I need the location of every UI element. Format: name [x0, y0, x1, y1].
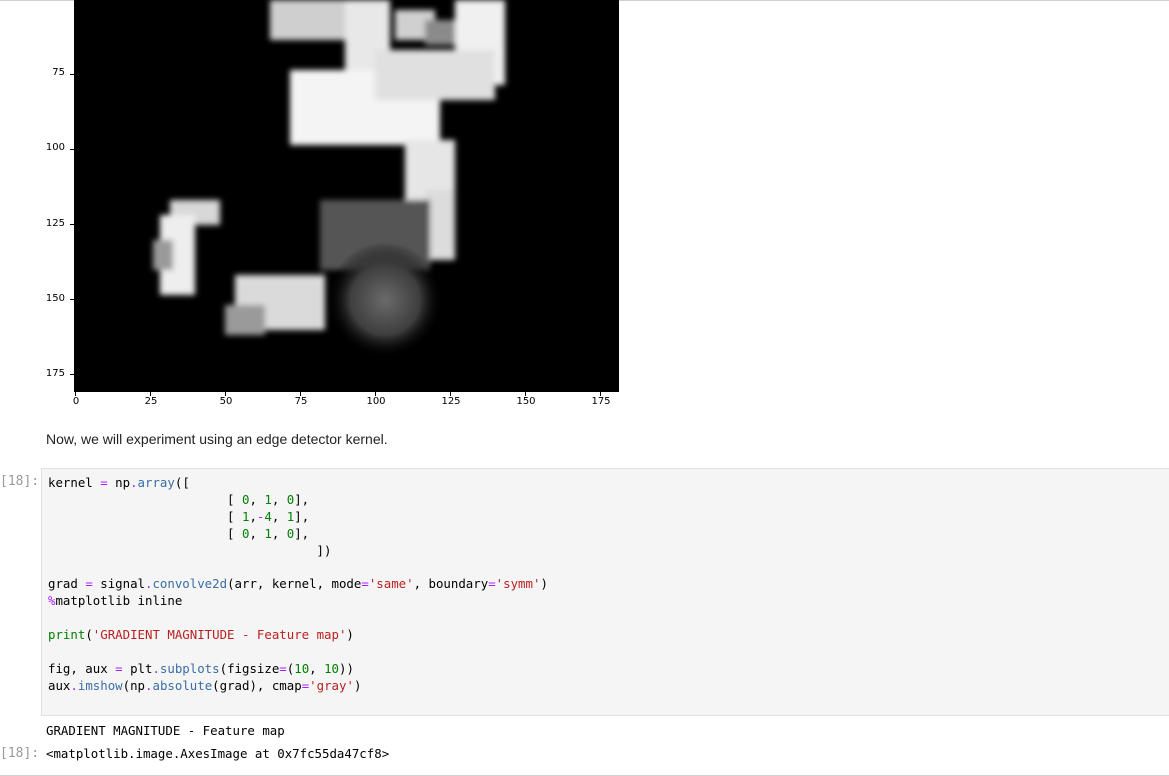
y-tick-mark — [70, 224, 74, 225]
plot-image — [75, 0, 619, 391]
output-prompt: [18]: — [0, 746, 40, 761]
input-prompt: [18]: — [0, 474, 40, 489]
x-tick-label: 0 — [72, 396, 80, 407]
x-tick-label: 150 — [516, 396, 536, 407]
x-tick-label: 50 — [219, 396, 233, 407]
y-tick-label: 100 — [45, 142, 65, 153]
x-tick-label: 125 — [441, 396, 461, 407]
stdout-text: GRADIENT MAGNITUDE - Feature map — [46, 723, 285, 738]
x-tick-label: 25 — [144, 396, 158, 407]
x-axis-line — [74, 391, 619, 392]
y-axis-line — [74, 0, 75, 392]
result-text: <matplotlib.image.AxesImage at 0x7fc55da… — [46, 746, 390, 761]
x-tick-label: 100 — [366, 396, 386, 407]
y-tick-label: 175 — [45, 368, 65, 379]
markdown-text: Now, we will experiment using an edge de… — [46, 431, 388, 447]
x-tick-label: 75 — [294, 396, 308, 407]
y-tick-label: 75 — [52, 67, 65, 78]
code-source[interactable]: kernel = np.array([ [ 0, 1, 0], [ 1,-4, … — [48, 475, 548, 695]
y-tick-label: 125 — [45, 218, 65, 229]
y-tick-label: 150 — [45, 293, 65, 304]
y-tick-mark — [70, 149, 74, 150]
y-tick-mark — [70, 74, 74, 75]
code-cell-editor[interactable]: kernel = np.array([ [ 0, 1, 0], [ 1,-4, … — [41, 468, 1169, 716]
x-tick-label: 175 — [591, 396, 611, 407]
y-tick-mark — [70, 299, 74, 300]
y-tick-mark — [70, 374, 74, 375]
